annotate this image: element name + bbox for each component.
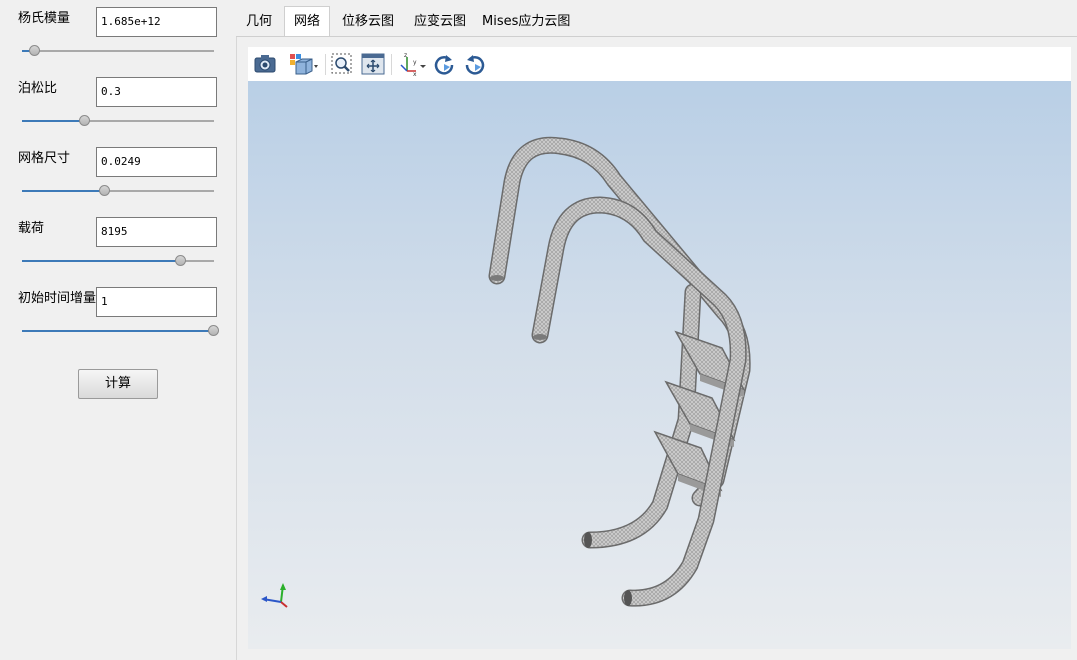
youngs-modulus-label: 杨氏模量 (18, 11, 71, 26)
param-initial-time-increment: 初始时间增量 1 (0, 280, 236, 350)
view-cube-icon[interactable] (288, 51, 320, 77)
tab-mises-stress[interactable]: Mises应力云图 (482, 7, 570, 36)
tube-end-cap (533, 334, 547, 340)
viewer-toolbar: z y x (248, 47, 1071, 81)
svg-text:z: z (404, 52, 407, 59)
load-label: 载荷 (18, 221, 45, 236)
back-lower-leg (581, 283, 702, 549)
fit-all-icon[interactable] (361, 51, 385, 77)
rotate-cw-icon[interactable] (432, 51, 456, 77)
slider-handle[interactable] (98, 185, 110, 196)
tab-bar: 几何 网络 位移云图 应变云图 Mises应力云图 (236, 0, 1077, 37)
mesh-size-label: 网格尺寸 (18, 151, 71, 166)
mesh-size-slider[interactable] (22, 184, 214, 198)
back-handrail (488, 136, 751, 507)
param-load: 载荷 8195 (0, 210, 236, 280)
zoom-box-icon[interactable] (330, 51, 354, 77)
tab-geometry[interactable]: 几何 (242, 7, 276, 36)
3d-viewport[interactable] (248, 81, 1071, 649)
calculate-button[interactable]: 计算 (78, 369, 158, 399)
tab-mesh[interactable]: 网络 (284, 6, 330, 37)
rotate-ccw-icon[interactable] (463, 51, 487, 77)
load-slider[interactable] (22, 254, 214, 268)
slider-handle[interactable] (175, 255, 187, 266)
slider-handle[interactable] (79, 115, 91, 126)
poisson-ratio-input[interactable]: 0.3 (96, 77, 217, 107)
slider-handle[interactable] (208, 325, 219, 336)
svg-text:x: x (413, 71, 417, 77)
slider-handle[interactable] (29, 45, 41, 56)
tube-end-cap (584, 532, 592, 548)
initial-time-increment-input[interactable]: 1 (96, 287, 217, 317)
slider-fill (22, 120, 86, 122)
toolbar-separator (391, 54, 392, 75)
poisson-ratio-label: 泊松比 (18, 81, 58, 96)
mesh-model (261, 136, 751, 608)
tab-pane-border (236, 36, 1077, 37)
tab-strain[interactable]: 应变云图 (410, 7, 470, 36)
youngs-modulus-slider[interactable] (22, 44, 214, 58)
youngs-modulus-input[interactable]: 1.685e+12 (96, 7, 217, 37)
param-mesh-size: 网格尺寸 0.0249 (0, 140, 236, 210)
toolbar-separator (325, 54, 326, 75)
param-poisson-ratio: 泊松比 0.3 (0, 70, 236, 140)
mesh-size-input[interactable]: 0.0249 (96, 147, 217, 177)
parameter-panel: 杨氏模量 1.685e+12 泊松比 0.3 网格尺寸 0.0249 载荷 81… (0, 0, 236, 660)
initial-time-increment-slider[interactable] (22, 324, 219, 338)
panel-splitter[interactable] (236, 36, 237, 660)
camera-icon[interactable] (253, 51, 277, 77)
tube-end-cap (490, 275, 504, 281)
xyz-axes-icon (261, 583, 288, 608)
initial-time-increment-label: 初始时间增量 (18, 291, 97, 306)
svg-text:y: y (413, 59, 417, 66)
param-youngs-modulus: 杨氏模量 1.685e+12 (0, 0, 236, 70)
slider-fill (22, 260, 182, 262)
poisson-ratio-slider[interactable] (22, 114, 214, 128)
tube-end-cap (624, 590, 632, 606)
tab-displacement[interactable]: 位移云图 (338, 7, 398, 36)
slider-track (22, 50, 214, 52)
slider-fill (22, 330, 214, 332)
slider-fill (22, 190, 105, 192)
load-input[interactable]: 8195 (96, 217, 217, 247)
axis-orientation-icon[interactable]: z y x (398, 51, 428, 77)
